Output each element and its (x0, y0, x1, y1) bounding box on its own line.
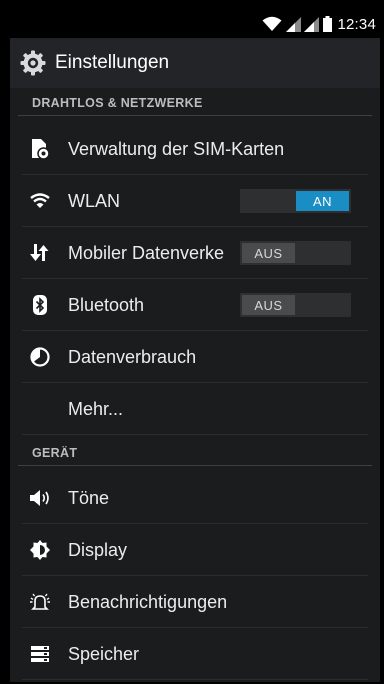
list-item-sounds[interactable]: Töne (10, 472, 380, 524)
section-header-device: GERÄT (10, 440, 380, 466)
settings-screen: 12:34 Einstellungen DRAHTLOS & NETZWERKE (10, 10, 380, 682)
brightness-icon (29, 539, 51, 561)
data-arrows-icon (29, 242, 51, 264)
status-bar: 12:34 (10, 10, 380, 38)
sim-card-icon (29, 138, 51, 160)
bluetooth-label: Bluetooth (68, 294, 145, 315)
section-header-wireless: DRAHTLOS & NETZWERKE (10, 90, 380, 116)
list-item-data-usage[interactable]: Datenverbrauch (10, 331, 380, 383)
signal-strength-icon (286, 16, 302, 32)
display-label: Display (68, 539, 128, 560)
data-usage-icon (29, 346, 51, 368)
bluetooth-toggle[interactable]: AUS (240, 293, 351, 317)
list-item-more[interactable]: Mehr... (10, 383, 380, 435)
list-item-notifications[interactable]: Benachrichtigungen (10, 576, 380, 628)
bluetooth-toggle-state: AUS (242, 295, 295, 315)
notifications-label: Benachrichtigungen (68, 591, 228, 612)
settings-gear-icon[interactable] (20, 50, 46, 76)
list-item-display[interactable]: Display (10, 524, 380, 576)
sim-management-label: Verwaltung der SIM-Karten (68, 138, 285, 159)
page-title: Einstellungen (55, 52, 170, 73)
list-item-bluetooth[interactable]: Bluetooth AUS (10, 279, 380, 331)
battery-icon (323, 16, 333, 32)
sounds-label: Töne (68, 487, 110, 508)
wlan-toggle[interactable]: AN (240, 189, 351, 213)
data-usage-label: Datenverbrauch (68, 346, 197, 367)
mobile-data-toggle[interactable]: AUS (240, 241, 351, 265)
storage-label: Speicher (68, 643, 140, 664)
list-item-sim-management[interactable]: Verwaltung der SIM-Karten (10, 123, 380, 175)
mobile-data-label: Mobiler Datenverkehr (68, 242, 224, 263)
list-item-wlan[interactable]: WLAN AN (10, 175, 380, 227)
mobile-data-toggle-state: AUS (242, 243, 295, 263)
list-item-storage[interactable]: Speicher (10, 628, 380, 680)
status-time: 12:34 (337, 15, 376, 33)
wlan-label: WLAN (68, 190, 121, 211)
action-bar: Einstellungen (10, 38, 380, 88)
bluetooth-icon (29, 294, 51, 316)
notification-bell-icon (29, 591, 51, 613)
more-label: Mehr... (68, 398, 124, 419)
signal-strength-2-icon (304, 16, 320, 32)
storage-icon (29, 643, 51, 665)
speaker-icon (29, 487, 51, 509)
wifi-status-icon (262, 16, 282, 32)
wifi-icon (29, 190, 51, 212)
wlan-toggle-state: AN (296, 191, 349, 211)
list-item-mobile-data[interactable]: Mobiler Datenverkehr AUS (10, 227, 380, 279)
